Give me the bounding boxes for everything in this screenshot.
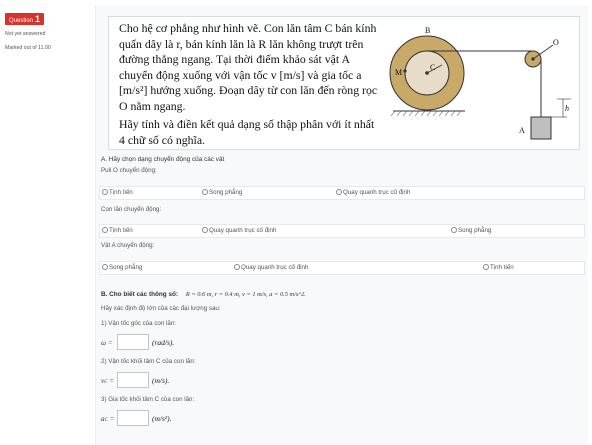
radio-button-icon[interactable] [202,227,208,234]
radio-option-roller-2[interactable]: Quay quanh trục cố định [202,227,276,234]
label-h: h [565,104,569,113]
center-velocity-input[interactable] [117,372,149,388]
block-a [530,116,552,140]
group-label-block: Vật A chuyển động: [101,242,155,249]
label-c: C [430,63,435,72]
item-1-symbol: ω = [101,339,113,347]
group-label-roller: Con lăn chuyển động: [101,206,162,213]
radio-button-icon[interactable] [102,227,108,234]
label-m: M [395,68,402,77]
radio-button-icon[interactable] [102,264,108,271]
question-marks: Marked out of 11.00 [5,45,51,51]
radio-button-icon[interactable] [102,189,108,196]
radio-button-icon[interactable] [336,189,342,196]
question-word: Question [9,18,34,24]
option-label: Tịnh tiến [109,189,133,196]
radio-group-block: Song phẳng Quay quanh trục cố định Tịnh … [99,261,585,275]
option-label: Tịnh tiến [490,264,514,271]
item-1-label: 1) Vận tốc góc của con lăn: [101,320,176,327]
mechanism-figure: B M C O A h [389,26,571,140]
center-acceleration-input[interactable] [117,410,149,426]
radio-option-block-2[interactable]: Quay quanh trục cố định [234,264,308,271]
option-label: Quay quanh trục cố định [209,227,277,234]
label-o: O [553,38,559,47]
item-2-unit: (m/s). [152,376,170,385]
radio-option-block-3[interactable]: Tịnh tiến [483,264,514,271]
question-statement-box: Cho hệ cơ phẳng như hình vẽ. Con lăn tâm… [108,16,580,150]
question-paragraph-2: Hãy tính và điền kết quả dạng số thập ph… [119,117,375,147]
radio-option-pulley-2[interactable]: Song phẳng [202,189,242,196]
option-label: Quay quanh trục cố định [241,264,309,271]
option-label: Quay quanh trục cố định [343,189,411,196]
option-label: Song phẳng [458,227,492,234]
radio-option-block-1[interactable]: Song phẳng [102,264,142,271]
part-b-title: B. Cho biết các thông số: R = 0.6 m, r =… [101,291,306,298]
radio-button-icon[interactable] [451,227,457,234]
radio-option-roller-3[interactable]: Song phẳng [451,227,491,234]
item-3-unit: (m/s²). [152,414,172,423]
part-a-title: A. Hãy chọn dạng chuyển động của các vật [101,156,225,163]
question-paragraph-1: Cho hệ cơ phẳng như hình vẽ. Con lăn tâm… [119,21,378,113]
item-3-label: 3) Gia tốc khối tâm C của con lăn: [101,396,195,403]
radio-option-pulley-1[interactable]: Tịnh tiến [102,189,133,196]
item-3-symbol-eq: = [107,415,115,423]
radio-group-roller: Tịnh tiến Quay quanh trục cố định Song p… [99,224,585,238]
angular-velocity-input[interactable] [117,334,149,350]
item-2-label: 2) Vận tốc khối tâm C của con lăn: [101,358,196,365]
question-number-badge: Question 1 [5,13,45,25]
item-2-symbol: vC = [101,377,114,385]
label-b: B [425,26,430,35]
group-label-pulley: Puli O chuyển động: [101,167,157,174]
item-3-symbol: aC = [101,415,114,423]
label-a: A [519,126,525,135]
part-b-params: R = 0.6 m, r = 0.4 m, v = 1 m/s, a = 0.5… [185,291,306,298]
question-info-sidebar: Question 1 Not yet answered Marked out of… [0,0,90,445]
question-number: 1 [35,14,41,24]
radio-option-pulley-3[interactable]: Quay quanh trục cố định [336,189,410,196]
radio-button-icon[interactable] [234,264,240,271]
radio-button-icon[interactable] [483,264,489,271]
part-b-intro: Hãy xác định độ lớn của các đại lượng sa… [101,305,221,312]
part-b-heading: B. Cho biết các thông số: [101,291,179,298]
radio-option-roller-1[interactable]: Tịnh tiến [102,227,133,234]
option-label: Tịnh tiến [109,227,133,234]
question-status: Not yet answered [5,31,46,37]
question-text: Cho hệ cơ phẳng như hình vẽ. Con lăn tâm… [119,21,381,148]
option-label: Song phẳng [209,189,243,196]
radio-button-icon[interactable] [202,189,208,196]
radio-group-pulley: Tịnh tiến Song phẳng Quay quanh trục cố … [99,186,585,200]
point-m [403,69,407,73]
option-label: Song phẳng [109,264,143,271]
item-2-symbol-eq: = [107,377,114,385]
item-1-unit: (rad/s). [152,338,175,347]
